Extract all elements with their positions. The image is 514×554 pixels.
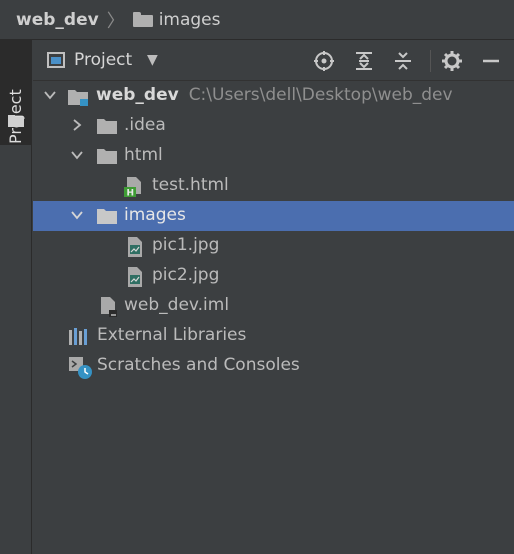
scratches-icon <box>68 356 94 380</box>
tree-node-external-libraries[interactable]: External Libraries <box>33 321 514 351</box>
chevron-down-icon[interactable] <box>43 88 57 102</box>
tree-node-label: test.html <box>152 175 229 195</box>
collapse-all-icon[interactable] <box>391 49 415 73</box>
tree-node-label: Scratches and Consoles <box>97 355 300 375</box>
minimize-icon[interactable] <box>479 49 503 73</box>
svg-text:H: H <box>127 189 135 199</box>
gear-icon[interactable] <box>440 49 464 73</box>
expand-all-icon[interactable] <box>352 49 376 73</box>
chevron-down-icon[interactable]: ▼ <box>147 52 158 68</box>
header-divider <box>430 50 431 72</box>
library-icon <box>68 326 90 346</box>
tree-node-label: html <box>124 145 163 165</box>
project-tool-tab[interactable]: Project <box>0 40 31 145</box>
locate-icon[interactable] <box>312 49 336 73</box>
tree-node-html[interactable]: html <box>33 141 514 171</box>
tree-node-label: pic2.jpg <box>152 265 220 285</box>
image-file-icon <box>126 236 144 258</box>
breadcrumb-images[interactable]: images <box>159 10 221 30</box>
tree-node-label: web_dev <box>96 85 179 105</box>
image-file-icon <box>126 266 144 288</box>
module-folder-icon <box>67 87 89 107</box>
tree-node-pic1[interactable]: pic1.jpg <box>33 231 514 261</box>
navigation-bar: web_dev 〉 images <box>0 0 514 40</box>
folder-icon <box>8 115 24 127</box>
tree-node-pic2[interactable]: pic2.jpg <box>33 261 514 291</box>
breadcrumb-separator-icon: 〉 <box>106 10 125 32</box>
project-panel-header: Project ▼ <box>33 41 514 81</box>
tree-node-test-html[interactable]: H test.html <box>33 171 514 201</box>
breadcrumb-project[interactable]: web_dev <box>16 10 99 30</box>
tree-node-scratches[interactable]: Scratches and Consoles <box>33 351 514 381</box>
tree-node-web-dev[interactable]: web_dev C:\Users\dell\Desktop\web_dev <box>33 81 514 111</box>
tool-window-stripe: Project <box>0 40 32 554</box>
folder-icon <box>132 12 153 27</box>
chevron-right-icon[interactable] <box>70 118 84 132</box>
project-view-selector[interactable]: Project <box>74 50 132 70</box>
tree-node-label: External Libraries <box>97 325 247 345</box>
tree-node-idea[interactable]: .idea <box>33 111 514 141</box>
folder-icon <box>96 147 118 165</box>
folder-icon <box>96 117 118 135</box>
project-tree: web_dev C:\Users\dell\Desktop\web_dev .id… <box>33 81 514 554</box>
iml-file-icon <box>99 296 119 318</box>
chevron-down-icon[interactable] <box>70 208 84 222</box>
tree-node-web-dev-iml[interactable]: web_dev.iml <box>33 291 514 321</box>
project-view-icon <box>47 52 65 68</box>
folder-icon <box>96 207 118 225</box>
tree-node-label: web_dev.iml <box>124 295 230 315</box>
tree-node-label: images <box>124 205 186 225</box>
tree-node-label: .idea <box>124 115 166 135</box>
chevron-down-icon[interactable] <box>70 148 84 162</box>
tree-node-path: C:\Users\dell\Desktop\web_dev <box>188 85 453 105</box>
html-file-icon: H <box>124 176 144 198</box>
tree-node-images[interactable]: images <box>33 201 514 231</box>
tree-node-label: pic1.jpg <box>152 235 220 255</box>
